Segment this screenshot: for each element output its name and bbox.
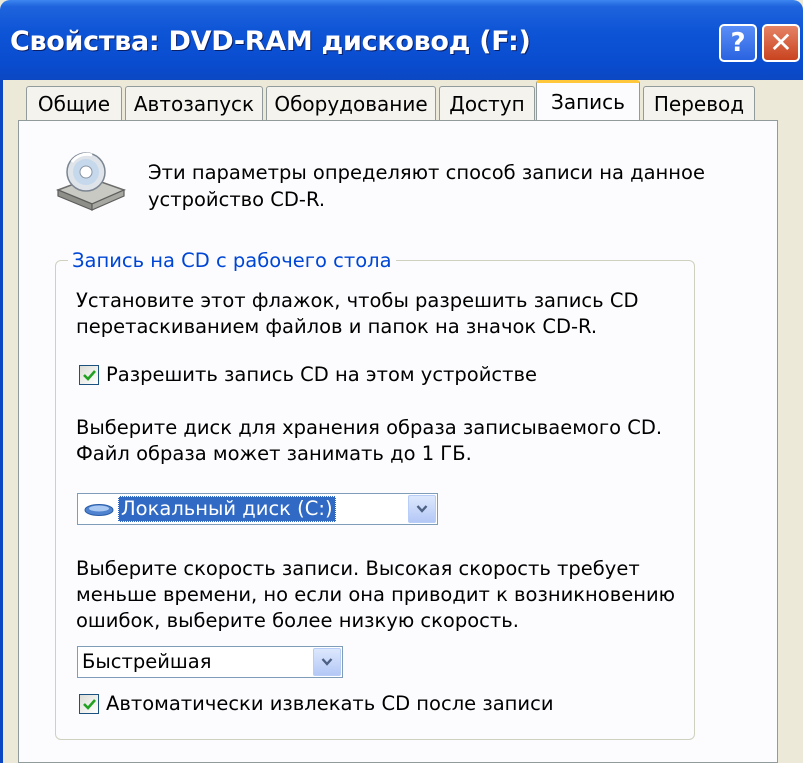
intro-line-1: Установите этот флажок, чтобы разрешить …: [76, 289, 639, 312]
enable-recording-checkbox[interactable]: [79, 365, 99, 385]
window-title: Свойства: DVD-RAM дисковод (F:): [10, 26, 531, 57]
chevron-down-icon: [321, 658, 333, 666]
tab-recording[interactable]: Запись: [536, 80, 640, 120]
checkmark-icon: [83, 370, 96, 381]
speed-select[interactable]: Быстрейшая: [77, 646, 343, 678]
group-title: Запись на CD с рабочего стола: [68, 250, 396, 272]
disk-select-dropdown-button[interactable]: [408, 495, 436, 523]
description-line-2: устройство CD-R.: [148, 188, 326, 211]
speed-select-dropdown-button[interactable]: [313, 648, 341, 676]
tab-autorun[interactable]: Автозапуск: [125, 86, 263, 120]
tab-general[interactable]: Общие: [26, 86, 122, 120]
disk-select-value: Локальный диск (C:): [118, 496, 336, 522]
disk-prompt-line-2: Файл образа может занимать до 1 ГБ.: [76, 442, 472, 465]
chevron-down-icon: [416, 505, 428, 513]
tab-hardware[interactable]: Оборудование: [266, 86, 436, 120]
speed-prompt-line-3: ошибок, выберите более низкую скорость.: [76, 609, 519, 632]
speed-prompt-line-1: Выберите скорость записи. Высокая скорос…: [76, 557, 640, 580]
description-line-1: Эти параметры определяют способ записи н…: [148, 161, 705, 184]
checkmark-icon: [83, 699, 96, 710]
intro-line-2: перетаскиванием файлов и папок на значок…: [76, 315, 598, 338]
close-button[interactable]: ✕: [762, 24, 800, 62]
disk-select[interactable]: Локальный диск (C:): [77, 493, 438, 525]
title-bar[interactable]: Свойства: DVD-RAM дисковод (F:) ? ✕: [0, 0, 803, 80]
cd-drive-icon: [52, 150, 128, 214]
auto-eject-checkbox[interactable]: [79, 694, 99, 714]
auto-eject-label[interactable]: Автоматически извлекать CD после записи: [106, 691, 554, 717]
tab-sharing[interactable]: Доступ: [439, 86, 535, 120]
enable-recording-label[interactable]: Разрешить запись CD на этом устройстве: [106, 362, 537, 388]
speed-select-value: Быстрейшая: [82, 650, 212, 673]
tab-translate[interactable]: Перевод: [643, 86, 755, 120]
hard-disk-icon: [84, 502, 114, 521]
disk-prompt-line-1: Выберите диск для хранения образа записы…: [76, 416, 663, 439]
help-button[interactable]: ?: [719, 24, 757, 62]
speed-prompt-line-2: меньше времени, но если она приводит к в…: [76, 583, 676, 606]
